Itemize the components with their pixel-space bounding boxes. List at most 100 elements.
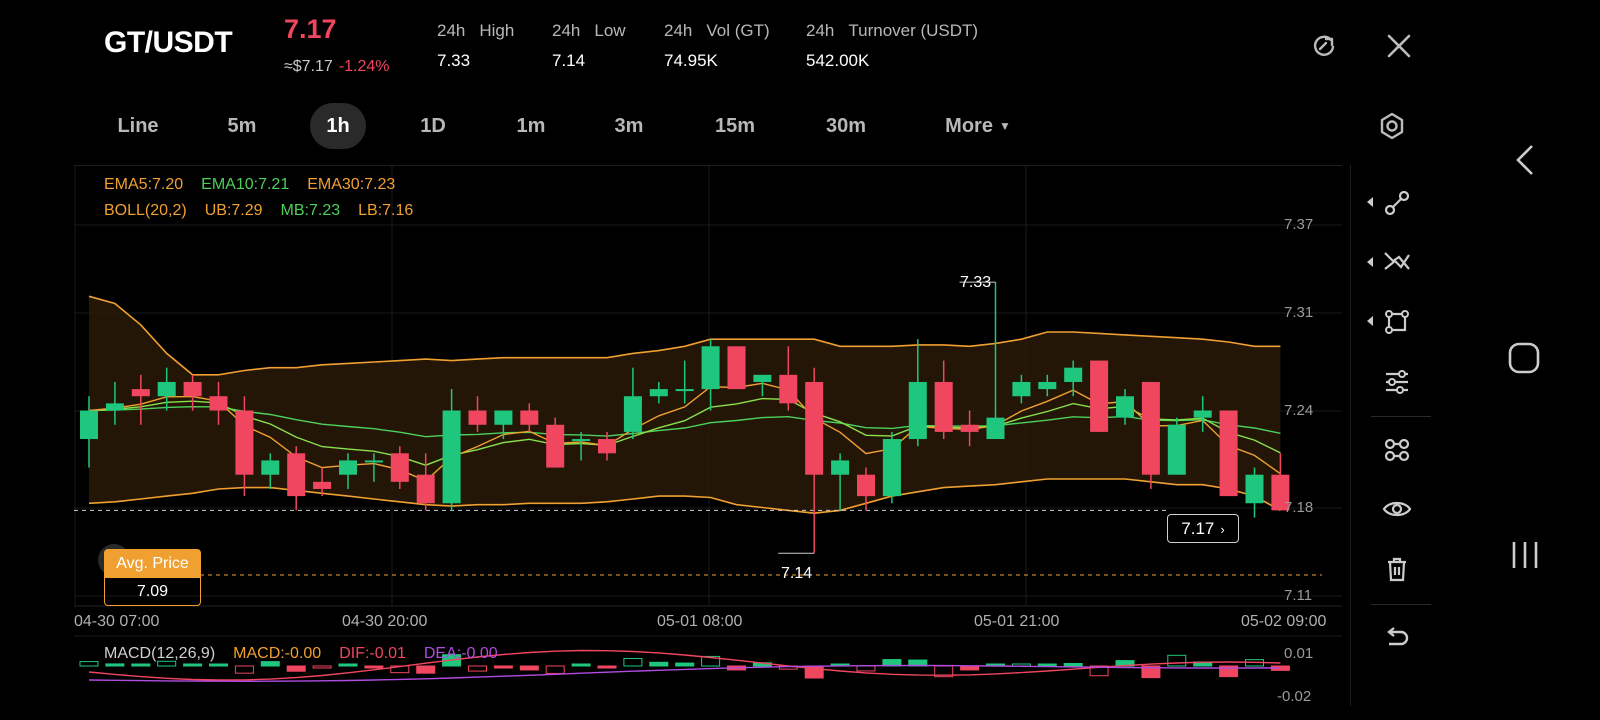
candle-body <box>701 346 720 390</box>
avg-price-value: 7.09 <box>136 583 169 600</box>
candle-body <box>235 410 254 475</box>
trend-lines-icon[interactable] <box>1367 247 1413 279</box>
stat-label: High <box>479 21 515 40</box>
candle-body <box>675 389 694 392</box>
close-icon[interactable] <box>1384 31 1414 61</box>
ema30-value: EMA30:7.23 <box>307 176 396 193</box>
back-icon[interactable] <box>1512 142 1538 183</box>
candle-body <box>1245 474 1264 504</box>
candle-body <box>1064 367 1083 382</box>
stat-volume: 24h Vol (GT) 74.95K <box>664 21 784 71</box>
macd-bar <box>649 661 669 667</box>
candle-body <box>623 396 642 432</box>
tab-more[interactable]: More ▼ <box>928 103 1028 149</box>
stat-label: Vol (GT) <box>706 21 770 40</box>
macd-bar <box>675 662 695 667</box>
price-subline: ≈$7.17 -1.24% <box>284 58 390 76</box>
last-price: 7.17 <box>284 14 337 44</box>
candle-body <box>649 389 668 397</box>
boll-params: BOLL(20,2) <box>104 202 187 219</box>
candle-body <box>572 439 591 442</box>
candle-body <box>753 374 772 382</box>
candle-body <box>831 460 850 475</box>
y-tick-label: 7.31 <box>1284 304 1314 321</box>
chart-settings-icon[interactable] <box>1376 110 1408 142</box>
candle-body <box>209 396 228 411</box>
tab-1h[interactable]: 1h <box>310 103 366 149</box>
delete-icon[interactable] <box>1381 553 1413 585</box>
multi-indicator-icon[interactable] <box>1381 434 1413 466</box>
candle-body <box>986 417 1005 440</box>
candle-body <box>416 474 435 504</box>
macd-bar <box>960 665 980 671</box>
macd-bar <box>545 665 565 674</box>
home-icon[interactable] <box>1507 341 1541 380</box>
candle-body <box>1167 424 1186 475</box>
candle-body <box>960 424 979 432</box>
candle-body <box>546 424 565 468</box>
shapes-icon[interactable] <box>1367 306 1413 338</box>
tab-15m[interactable]: 15m <box>697 103 773 149</box>
stat-turnover: 24h Turnover (USDT) 542.00K <box>806 21 992 71</box>
draw-line-icon[interactable] <box>1367 187 1413 219</box>
stat-value: 7.14 <box>552 51 586 70</box>
tab-3m[interactable]: 3m <box>591 103 667 149</box>
candle-body <box>598 439 616 454</box>
macd-bar <box>493 665 513 669</box>
dif-value: DIF:-0.01 <box>339 645 406 662</box>
chevron-right-icon: › <box>1220 522 1225 537</box>
macd-bar <box>519 665 539 671</box>
macd-bar <box>364 665 384 669</box>
candle-body <box>468 410 487 425</box>
indicator-settings-icon[interactable] <box>1381 366 1413 398</box>
pair-title: GT/USDT <box>104 26 233 59</box>
recent-apps-icon[interactable] <box>1508 540 1542 575</box>
candle-body <box>494 410 513 425</box>
x-tick-label: 04-30 20:00 <box>342 613 428 630</box>
stat-label: Low <box>594 21 626 40</box>
y-tick-label: 7.18 <box>1284 499 1314 516</box>
stat-value: 74.95K <box>664 51 718 70</box>
chart-panel[interactable]: EMA5:7.20 EMA10:7.21 EMA30:7.23 BOLL(20,2)… <box>74 165 1342 707</box>
stat-high: 24h High 7.33 <box>437 21 528 71</box>
tab-1d[interactable]: 1D <box>395 103 471 149</box>
current-price-tag[interactable]: 7.17 › <box>1167 514 1239 543</box>
x-tick-label: 05-01 21:00 <box>974 613 1060 630</box>
price-change: -1.24% <box>338 58 390 75</box>
macd-value: MACD:-0.00 <box>233 645 322 662</box>
usd-price: ≈$7.17 <box>284 58 333 75</box>
tab-line[interactable]: Line <box>100 103 176 149</box>
ema-legend: EMA5:7.20 EMA10:7.21 EMA30:7.23 <box>104 176 413 194</box>
candle-body <box>390 453 409 482</box>
candle-body <box>80 410 98 440</box>
macd-bar <box>623 658 643 667</box>
tab-5m[interactable]: 5m <box>204 103 280 149</box>
candle-body <box>287 453 306 497</box>
expand-arrow-icon <box>1367 197 1373 207</box>
boll-lb: LB:7.16 <box>358 202 414 219</box>
macd-legend: MACD(12,26,9) MACD:-0.00 DIF:-0.01 DEA:-0.0… <box>104 645 516 663</box>
candle-body <box>1038 381 1057 390</box>
undo-icon[interactable] <box>1381 622 1413 654</box>
toolbar-divider <box>1371 416 1431 417</box>
avg-price-box[interactable]: Avg. Price 7.09 <box>104 549 201 606</box>
avg-price-label: Avg. Price <box>105 550 200 578</box>
macd-bar <box>1167 654 1187 667</box>
tab-30m[interactable]: 30m <box>808 103 884 149</box>
macd-bar <box>338 663 358 667</box>
candle-body <box>934 381 953 432</box>
candle-body <box>442 410 461 504</box>
visibility-icon[interactable] <box>1381 493 1413 525</box>
x-tick-label: 05-01 08:00 <box>657 613 743 630</box>
y-tick-label: 7.11 <box>1284 587 1313 604</box>
caret-down-icon: ▼ <box>998 119 1011 133</box>
refresh-icon[interactable] <box>1309 31 1339 61</box>
macd-tick-label: -0.02 <box>1277 688 1312 705</box>
boll-mb: MB:7.23 <box>280 202 341 219</box>
tab-1m[interactable]: 1m <box>493 103 569 149</box>
y-tick-label: 7.24 <box>1284 402 1314 419</box>
high-marker-label: 7.33 <box>960 274 992 291</box>
stat-period: 24h <box>437 21 466 40</box>
stat-label: Turnover (USDT) <box>848 21 979 40</box>
stat-value: 542.00K <box>806 51 870 70</box>
